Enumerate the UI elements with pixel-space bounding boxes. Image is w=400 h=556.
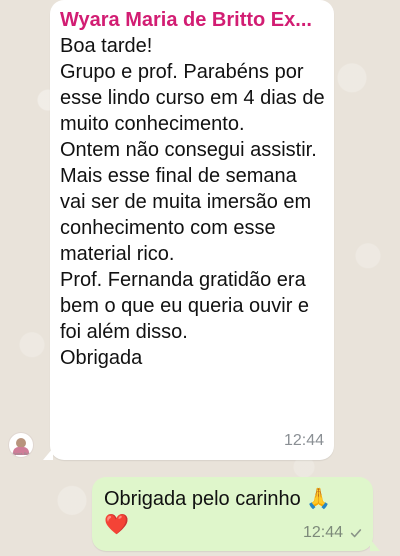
outgoing-message-time: 12:44 [302,524,343,541]
outgoing-message-bubble[interactable]: Obrigada pelo carinho 🙏 ❤️ 12:44 [92,477,380,551]
incoming-message-text: Boa tarde! Grupo e prof. Parabéns por es… [60,35,325,369]
incoming-message-time: 12:44 [283,432,324,449]
sender-name[interactable]: Wyara Maria de Britto Ex... [60,8,324,32]
outgoing-message-meta: 12:44 [303,523,363,543]
outgoing-message-label: Obrigada pelo carinho [104,488,301,510]
avatar[interactable]: Wyara Britto [8,432,34,458]
incoming-message-bubble[interactable]: Wyara Maria de Britto Ex... Boa tarde! G… [43,0,334,460]
check-icon [350,529,362,538]
praying-hands-emoji: 🙏 [306,488,332,510]
heart-emoji: ❤️ [104,514,129,536]
avatar-label: Wyara Britto [11,451,33,456]
